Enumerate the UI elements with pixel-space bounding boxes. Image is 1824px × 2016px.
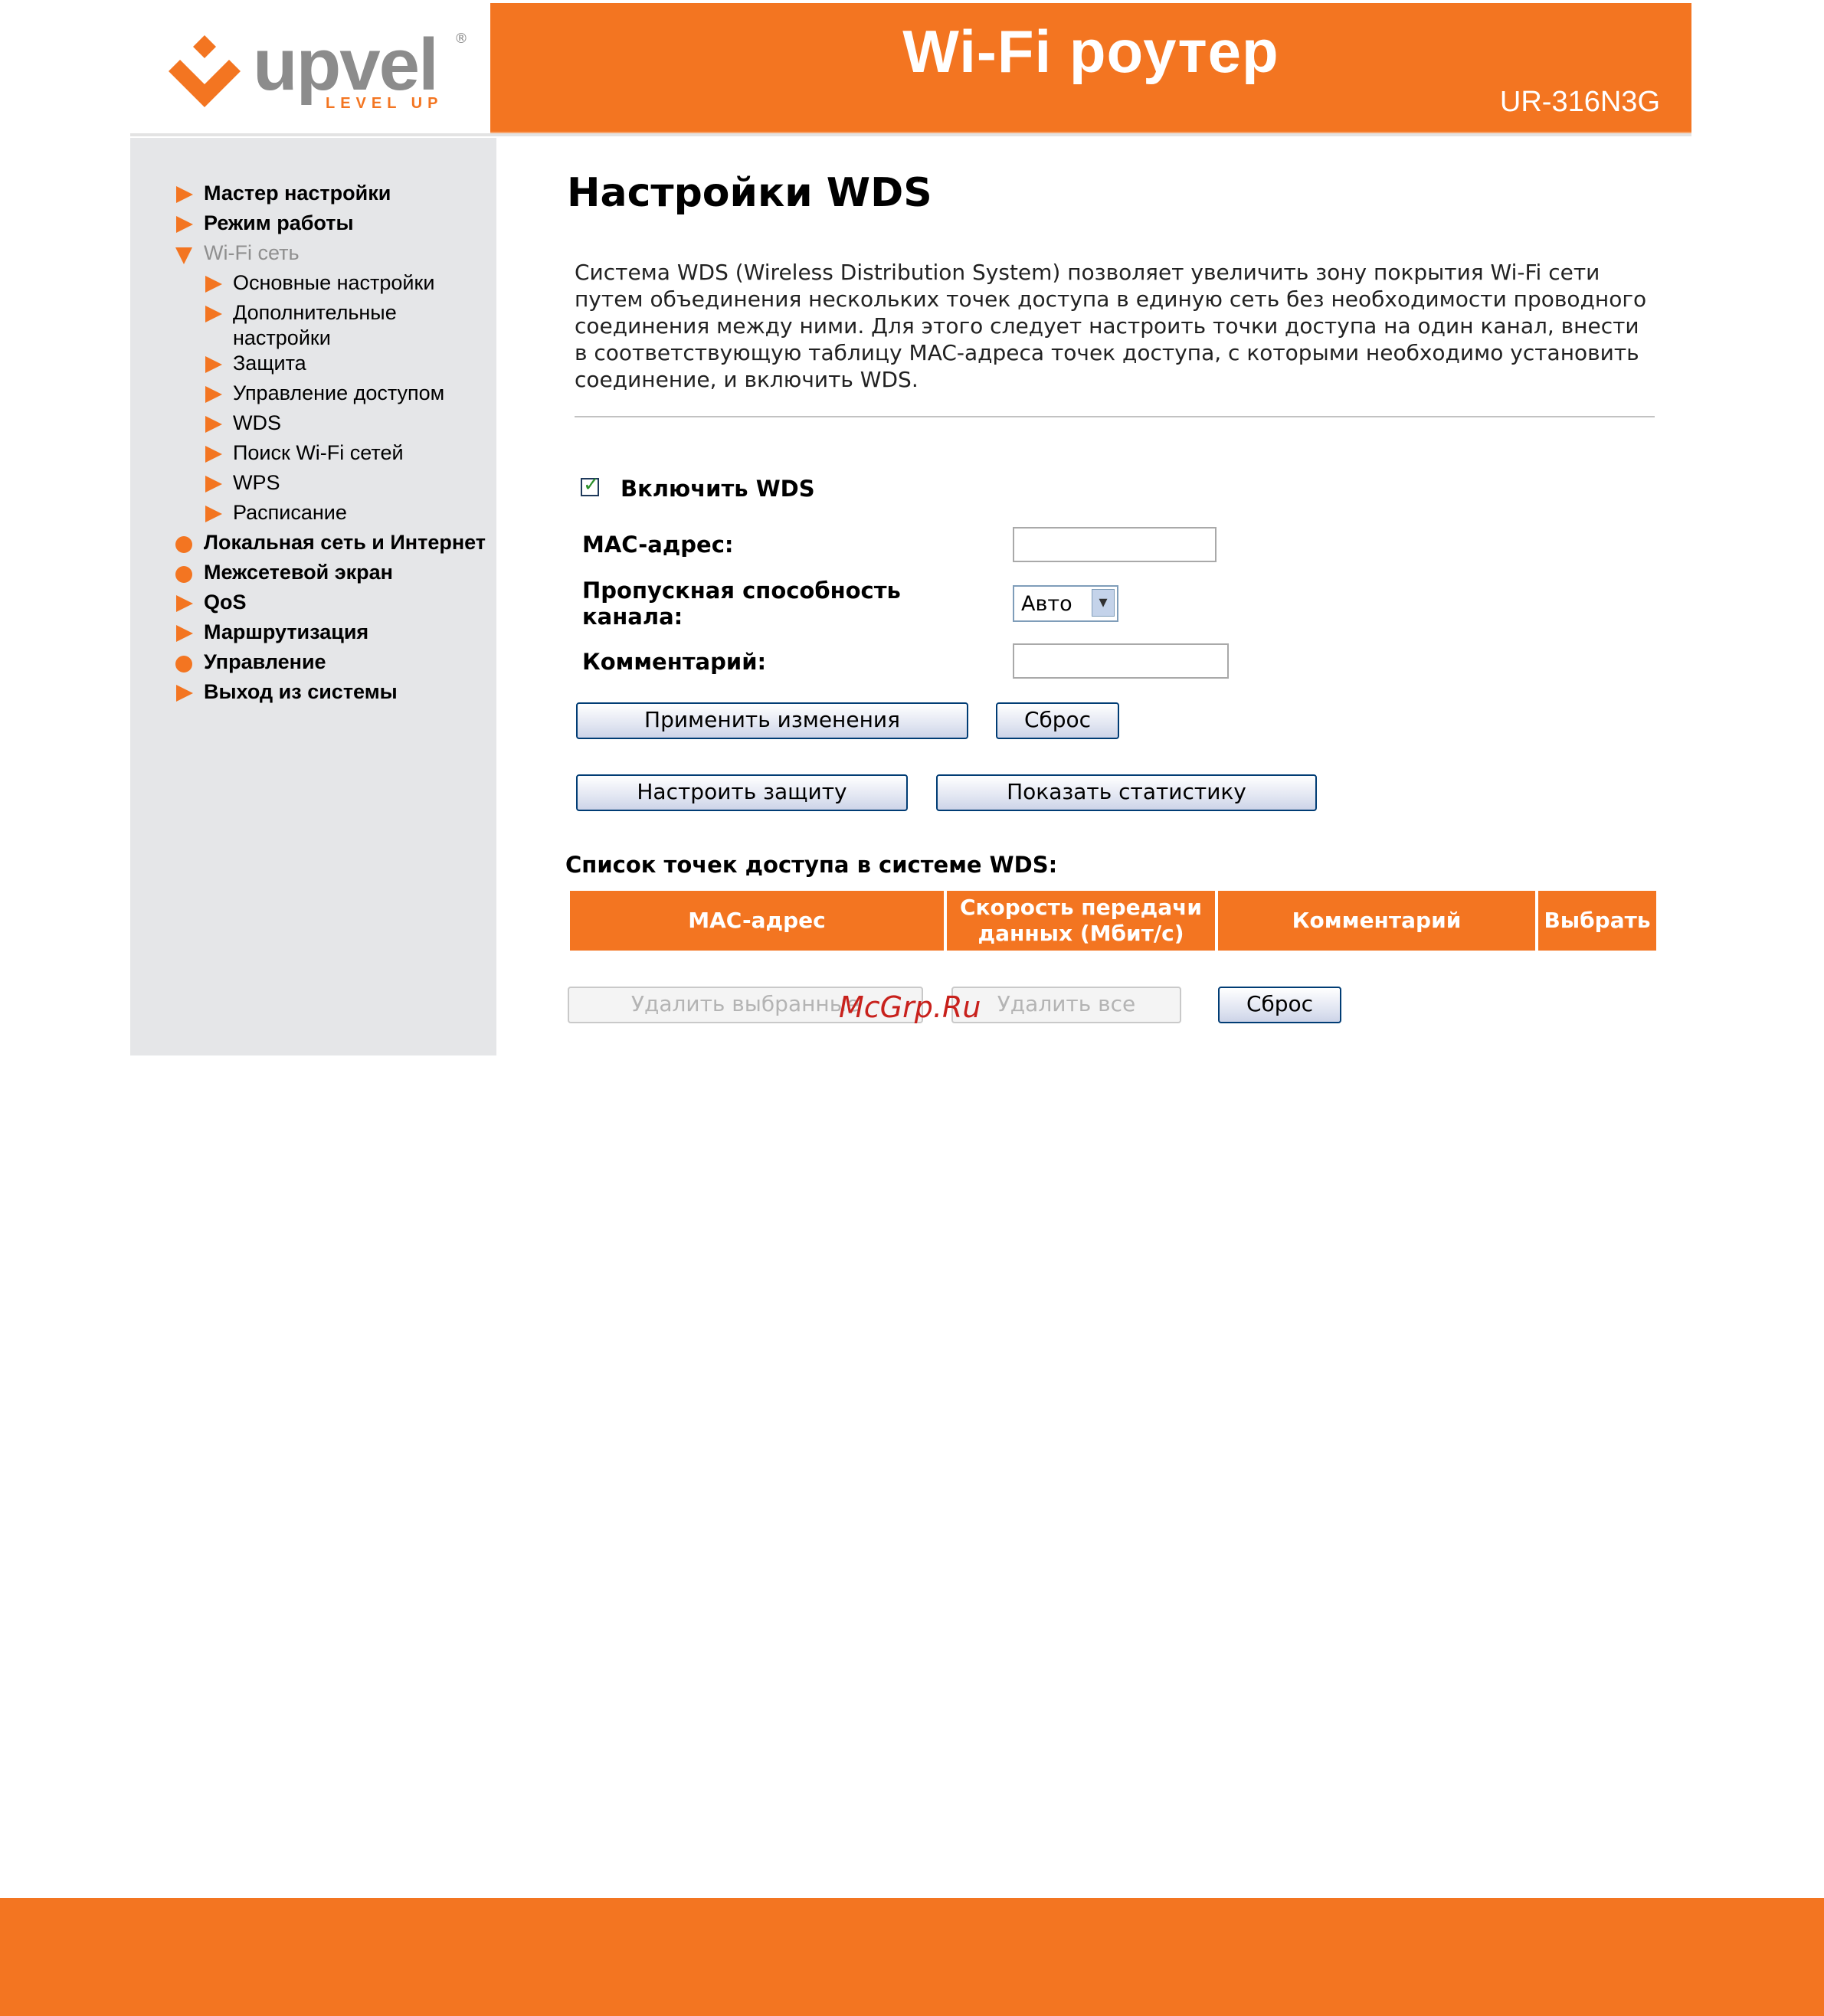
show-statistics-button[interactable]: Показать статистику xyxy=(936,774,1317,811)
comment-input[interactable] xyxy=(1013,643,1229,679)
checkmark-icon: ✓ xyxy=(583,473,600,496)
comment-label: Комментарий: xyxy=(582,649,767,675)
dot-icon xyxy=(175,656,192,673)
intro-line: соединение, и включить WDS. xyxy=(575,367,919,392)
triangle-right-icon xyxy=(176,625,193,642)
brand-tagline: LEVEL UP xyxy=(326,95,444,112)
triangle-right-icon xyxy=(205,306,222,322)
footer-band xyxy=(0,1898,1824,2016)
divider xyxy=(575,416,1655,417)
triangle-right-icon xyxy=(205,386,222,403)
sidebar-item-advanced[interactable]: Дополнительные xyxy=(233,300,397,326)
sidebar-item-schedule[interactable]: Расписание xyxy=(233,500,347,525)
column-speed: Скорость передачи данных (Мбит/с) xyxy=(947,891,1215,951)
sidebar-item-security[interactable]: Защита xyxy=(233,351,306,376)
triangle-right-icon xyxy=(205,416,222,433)
sidebar-item-firewall[interactable]: Межсетевой экран xyxy=(204,560,393,585)
bandwidth-select[interactable]: Авто ▾ xyxy=(1013,585,1118,622)
column-mac: MAC-адрес xyxy=(570,891,944,951)
sidebar-item-wps[interactable]: WPS xyxy=(233,470,280,496)
sidebar-item-wds[interactable]: WDS xyxy=(233,411,281,436)
bandwidth-selected: Авто xyxy=(1021,592,1072,616)
triangle-right-icon xyxy=(205,356,222,373)
enable-wds-checkbox[interactable]: ✓ xyxy=(581,473,600,496)
sidebar-item-basic[interactable]: Основные настройки xyxy=(233,270,434,296)
sidebar-item-management[interactable]: Управление xyxy=(204,650,326,675)
sidebar-item-routing[interactable]: Маршрутизация xyxy=(204,620,368,645)
page-title: Настройки WDS xyxy=(567,170,932,216)
triangle-right-icon xyxy=(205,276,222,293)
intro-line: Система WDS (Wireless Distribution Syste… xyxy=(575,260,1600,285)
watermark: McGrp.Ru xyxy=(839,990,981,1024)
bandwidth-label-line2: канала: xyxy=(582,604,683,630)
column-select: Выбрать xyxy=(1538,891,1656,951)
mac-input[interactable] xyxy=(1013,527,1217,562)
sidebar-item-qos[interactable]: QoS xyxy=(204,590,247,615)
header-divider xyxy=(130,133,1691,136)
bandwidth-label-line1: Пропускная способность xyxy=(582,578,901,604)
sidebar-item-access-control[interactable]: Управление доступом xyxy=(233,381,444,406)
column-select-label: Выбрать xyxy=(1544,908,1651,933)
triangle-right-icon xyxy=(176,216,193,233)
triangle-right-icon xyxy=(176,685,193,702)
intro-line: соединения между ними. Для этого следует… xyxy=(575,313,1639,339)
list-reset-button[interactable]: Сброс xyxy=(1218,987,1341,1023)
column-comment-label: Комментарий xyxy=(1292,908,1462,933)
sidebar-item-lan-wan[interactable]: Локальная сеть и Интернет xyxy=(204,530,486,555)
reset-button[interactable]: Сброс xyxy=(996,702,1119,739)
mac-label: MAC-адрес: xyxy=(582,532,734,558)
triangle-right-icon xyxy=(176,186,193,203)
triangle-right-icon xyxy=(176,595,193,612)
sidebar-item-wifi[interactable]: Wi-Fi сеть xyxy=(204,241,300,266)
dot-icon xyxy=(175,566,192,583)
triangle-right-icon xyxy=(205,476,222,493)
column-speed-line1: Скорость передачи xyxy=(959,895,1203,920)
enable-wds-label: Включить WDS xyxy=(621,476,815,502)
triangle-down-icon xyxy=(175,247,192,264)
triangle-right-icon xyxy=(205,506,222,522)
delete-all-button[interactable]: Удалить все xyxy=(951,987,1181,1023)
sidebar-item-advanced-line2[interactable]: настройки xyxy=(233,326,331,351)
chevron-down-icon[interactable]: ▾ xyxy=(1092,589,1115,617)
sidebar-item-site-survey[interactable]: Поиск Wi-Fi сетей xyxy=(233,440,404,466)
sidebar-item-wizard[interactable]: Мастер настройки xyxy=(204,181,391,206)
brand-reg: ® xyxy=(454,31,468,47)
logo: upvel ® LEVEL UP xyxy=(130,0,490,134)
sidebar: Мастер настройки Режим работы Wi-Fi сеть… xyxy=(130,138,496,1055)
intro-line: путем объединения нескольких точек досту… xyxy=(575,286,1647,312)
intro-line: в соответствующую таблицу MAC-адреса точ… xyxy=(575,340,1639,365)
sidebar-item-mode[interactable]: Режим работы xyxy=(204,211,354,236)
column-speed-line2: данных (Мбит/с) xyxy=(977,921,1184,946)
wds-list-title: Список точек доступа в системе WDS: xyxy=(565,852,1058,878)
configure-security-button[interactable]: Настроить защиту xyxy=(576,774,908,811)
triangle-right-icon xyxy=(205,446,222,463)
upvel-logo-icon xyxy=(169,35,241,107)
intro-text: Система WDS (Wireless Distribution Syste… xyxy=(575,259,1662,393)
column-comment: Комментарий xyxy=(1218,891,1535,951)
apply-button[interactable]: Применить изменения xyxy=(576,702,968,739)
dot-icon xyxy=(175,536,192,553)
header-title: Wi-Fi роутер xyxy=(902,18,1279,85)
header-model: UR-316N3G xyxy=(1499,86,1660,118)
column-mac-label: MAC-адрес xyxy=(688,908,826,933)
sidebar-item-logout[interactable]: Выход из системы xyxy=(204,679,398,705)
